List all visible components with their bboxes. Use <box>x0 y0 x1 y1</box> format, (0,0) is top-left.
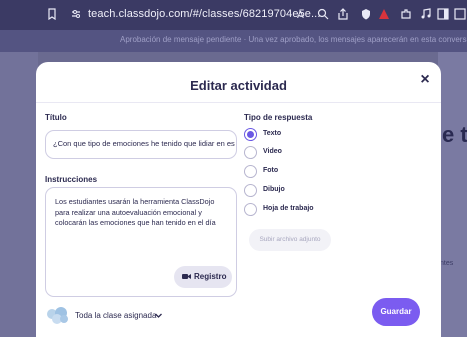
site-settings-icon[interactable] <box>70 8 82 20</box>
shield-extension-icon[interactable] <box>360 8 372 20</box>
share-icon[interactable] <box>337 8 349 20</box>
vpn-extension-icon[interactable] <box>378 8 390 20</box>
header-divider <box>36 102 441 103</box>
browser-bar: teach.classdojo.com/#/classes/68219704e5… <box>0 0 467 30</box>
bookmark-icon[interactable] <box>46 8 58 20</box>
save-button[interactable]: Guardar <box>372 298 420 326</box>
edit-activity-modal: Editar actividad × Título ¿Con que tipo … <box>36 62 441 337</box>
background-sidebar <box>0 52 38 337</box>
response-option-label: Video <box>263 148 282 155</box>
instructions-label: Instrucciones <box>45 175 98 184</box>
media-icon[interactable] <box>420 8 432 20</box>
background-right-panel <box>438 52 467 337</box>
zoom-icon[interactable] <box>317 8 329 20</box>
class-group-icon <box>47 307 68 324</box>
address-bar[interactable]: teach.classdojo.com/#/classes/68219704e5… <box>88 8 321 20</box>
title-label: Título <box>45 113 67 122</box>
radio-unselected-icon <box>244 146 257 159</box>
response-option-label: Hoja de trabajo <box>263 205 314 212</box>
extensions-icon[interactable] <box>400 8 412 20</box>
close-button[interactable]: × <box>416 71 434 89</box>
response-option-label: Foto <box>263 167 279 174</box>
radio-unselected-icon <box>244 203 257 216</box>
assign-label: Toda la clase asignada <box>75 311 157 320</box>
notice-banner-text: Aprobación de mensaje pendiente · Una ve… <box>120 35 467 44</box>
translate-icon[interactable]: A <box>297 8 309 20</box>
response-option-label: Texto <box>263 130 282 137</box>
side-panel-icon[interactable] <box>437 8 449 20</box>
modal-title: Editar actividad <box>190 78 287 93</box>
response-option-label: Dibujo <box>263 186 285 193</box>
title-input[interactable]: ¿Con que tipo de emociones he tenido que… <box>45 130 237 159</box>
video-camera-icon <box>182 274 191 280</box>
profile-icon[interactable] <box>454 8 466 20</box>
record-button[interactable]: Registro <box>174 266 232 288</box>
instructions-text: Los estudiantes usarán la herramienta Cl… <box>55 197 216 227</box>
radio-selected-icon <box>244 128 257 141</box>
radio-unselected-icon <box>244 184 257 197</box>
upload-attachment-button[interactable]: Subir archivo adjunto <box>249 229 331 251</box>
record-button-label: Registro <box>194 272 227 281</box>
background-heading: e te <box>442 122 467 147</box>
chevron-down-icon <box>155 313 162 318</box>
background-side-text: ntes <box>440 260 454 267</box>
notice-banner: Aprobación de mensaje pendiente · Una ve… <box>0 30 467 52</box>
radio-unselected-icon <box>244 165 257 178</box>
response-type-label: Tipo de respuesta <box>244 113 313 122</box>
svg-text:A: A <box>297 10 304 20</box>
instructions-textarea[interactable]: Los estudiantes usarán la herramienta Cl… <box>45 187 237 297</box>
